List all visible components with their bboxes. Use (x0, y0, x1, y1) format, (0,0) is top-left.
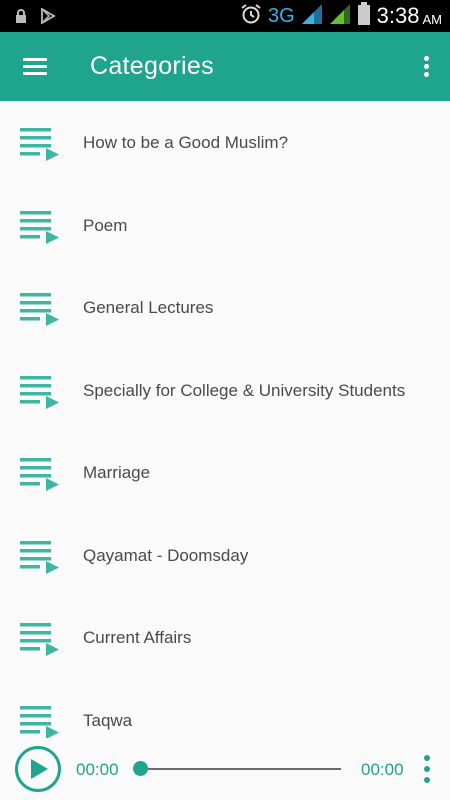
play-icon (31, 759, 48, 779)
more-vert-icon[interactable] (420, 752, 434, 786)
list-item[interactable]: Current Affairs (0, 596, 450, 678)
signal-icon (329, 3, 351, 30)
list-item-label: Poem (83, 215, 128, 235)
list-item-label: Specially for College & University Stude… (83, 380, 406, 400)
list-item-label: General Lectures (83, 298, 214, 317)
play-button[interactable] (15, 746, 61, 792)
list-item[interactable]: Taqwa (0, 679, 450, 747)
lock-icon (14, 8, 28, 29)
list-item-label: How to be a Good Muslim? (83, 133, 289, 152)
alarm-icon (240, 3, 262, 30)
status-right: 3G 3:38 AM (240, 1, 443, 31)
playlist-icon (20, 618, 62, 658)
hamburger-menu-icon[interactable] (12, 44, 58, 90)
list-item-label: Current Affairs (83, 628, 192, 647)
status-left (14, 7, 56, 29)
category-list: How to be a Good Muslim? Poem General Le… (0, 101, 450, 746)
network-type: 3G (267, 4, 295, 27)
playlist-icon (20, 701, 62, 741)
playlist-icon (20, 371, 62, 411)
current-time: 00:00 (76, 760, 119, 779)
playlist-icon (20, 123, 62, 163)
playlist-icon (20, 536, 62, 576)
list-item[interactable]: General Lectures (0, 266, 450, 348)
more-vert-icon[interactable] (414, 46, 440, 88)
page-title: Categories (90, 52, 214, 80)
clock-ampm: AM (422, 11, 443, 27)
playlist-icon (20, 288, 62, 328)
clock: 3:38 (376, 3, 420, 28)
list-item[interactable]: Specially for College & University Stude… (0, 349, 450, 431)
list-item[interactable]: Qayamat - Doomsday (0, 514, 450, 596)
status-bar: 3G 3:38 AM (0, 0, 450, 32)
list-item-label: Taqwa (83, 710, 133, 730)
list-item[interactable]: Marriage (0, 431, 450, 513)
app-bar: Categories (0, 32, 450, 101)
battery-icon (357, 1, 371, 31)
list-item-label: Qayamat - Doomsday (83, 545, 249, 565)
seek-bar[interactable] (142, 768, 341, 770)
audio-player: 00:00 00:00 (0, 738, 450, 800)
list-item-label: Marriage (83, 463, 151, 482)
total-time: 00:00 (361, 760, 404, 779)
signal-icon (301, 3, 323, 30)
playlist-icon (20, 453, 62, 493)
playlist-icon (20, 206, 62, 246)
play-store-icon (40, 7, 56, 29)
seek-thumb[interactable] (133, 761, 148, 776)
list-item[interactable]: How to be a Good Muslim? (0, 101, 450, 183)
list-item[interactable]: Poem (0, 184, 450, 266)
